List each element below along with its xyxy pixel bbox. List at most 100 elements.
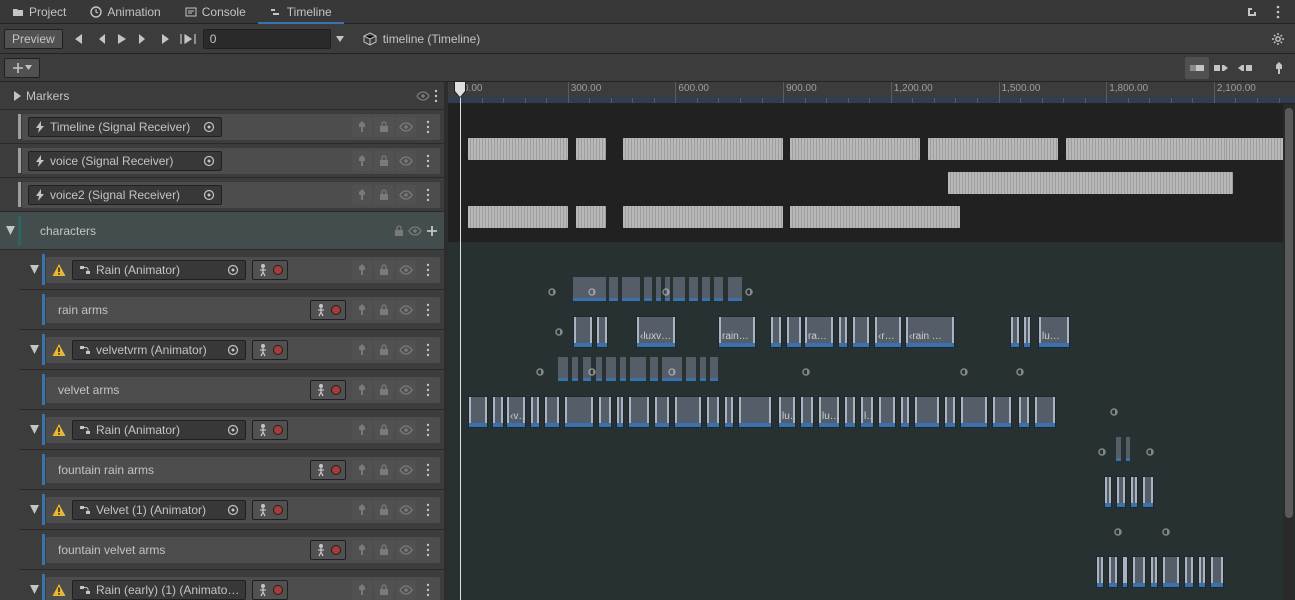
audio-clip[interactable]	[1066, 138, 1226, 160]
pin-icon[interactable]	[352, 500, 372, 520]
animation-clip[interactable]	[700, 357, 706, 381]
vertical-scrollbar[interactable]	[1283, 104, 1295, 600]
audio-clip[interactable]	[468, 138, 568, 160]
record-icon[interactable]	[331, 385, 341, 395]
animation-clip[interactable]	[1104, 476, 1112, 508]
play-button[interactable]	[111, 28, 133, 50]
avatar-record[interactable]	[310, 460, 346, 480]
animation-clip[interactable]	[992, 396, 1012, 428]
pin-icon[interactable]	[352, 340, 372, 360]
scrollbar-thumb[interactable]	[1285, 108, 1293, 518]
goto-start-button[interactable]	[67, 28, 89, 50]
track-binding[interactable]: voice2 (Signal Receiver)	[28, 185, 222, 205]
visibility-icon[interactable]	[396, 500, 416, 520]
play-range-button[interactable]	[177, 28, 199, 50]
preview-button[interactable]: Preview	[4, 29, 63, 49]
add-icon[interactable]	[426, 225, 438, 237]
markers-header[interactable]: Markers	[0, 82, 444, 110]
target-icon[interactable]	[203, 155, 215, 167]
track-menu-icon[interactable]	[418, 380, 438, 400]
target-icon[interactable]	[227, 264, 239, 276]
animation-clip[interactable]	[564, 396, 594, 428]
animation-clip[interactable]	[706, 396, 720, 428]
avatar-record[interactable]	[310, 300, 346, 320]
audio-clip[interactable]	[790, 138, 920, 160]
target-icon[interactable]	[203, 189, 215, 201]
override-track[interactable]: velvet arms	[20, 370, 444, 410]
record-icon[interactable]	[273, 425, 283, 435]
tab-menu-icon[interactable]	[1267, 1, 1289, 23]
visibility-icon[interactable]	[396, 340, 416, 360]
visibility-icon[interactable]	[416, 89, 430, 103]
record-icon[interactable]	[331, 305, 341, 315]
animation-clip[interactable]	[1096, 556, 1104, 588]
animation-clip[interactable]	[710, 357, 718, 381]
animation-clip[interactable]	[1023, 316, 1031, 348]
animation-clip[interactable]	[628, 396, 650, 428]
track-menu-icon[interactable]	[418, 260, 438, 280]
visibility-icon[interactable]	[396, 151, 416, 171]
track-menu-icon[interactable]	[418, 117, 438, 137]
lock-icon[interactable]	[374, 151, 394, 171]
tab-animation[interactable]: Animation	[78, 0, 172, 24]
animation-clip[interactable]: ra…	[804, 316, 834, 348]
visibility-icon[interactable]	[396, 460, 416, 480]
animation-clip[interactable]	[900, 396, 910, 428]
animation-clip[interactable]	[714, 277, 723, 301]
goto-end-button[interactable]	[155, 28, 177, 50]
visibility-icon[interactable]	[396, 300, 416, 320]
animation-clip[interactable]	[1162, 556, 1180, 588]
override-track[interactable]: fountain velvet arms	[20, 530, 444, 570]
record-icon[interactable]	[331, 465, 341, 475]
visibility-icon[interactable]	[396, 420, 416, 440]
animation-clip[interactable]	[1210, 556, 1224, 588]
avatar-record[interactable]	[252, 500, 288, 520]
animation-clip[interactable]	[558, 357, 568, 381]
snap-button[interactable]	[1267, 57, 1291, 79]
track-binding[interactable]: velvetvrm (Animator)	[72, 340, 246, 360]
fold-caret-icon[interactable]	[30, 490, 39, 529]
pin-icon[interactable]	[352, 420, 372, 440]
animation-clip[interactable]	[573, 316, 593, 348]
animation-clip[interactable]: ‹r…	[874, 316, 902, 348]
track-binding[interactable]: voice (Signal Receiver)	[28, 151, 222, 171]
animation-clip[interactable]	[622, 277, 640, 301]
animation-clip[interactable]	[1142, 476, 1154, 508]
signal-track[interactable]: voice (Signal Receiver)	[0, 144, 444, 178]
track-binding[interactable]: Rain (Animator)	[72, 260, 246, 280]
animation-clip[interactable]: lu…	[778, 396, 796, 428]
visibility-icon[interactable]	[408, 224, 422, 238]
fold-caret-icon[interactable]	[6, 212, 15, 249]
animation-clip[interactable]	[689, 277, 698, 301]
animation-clip[interactable]	[544, 396, 560, 428]
fold-caret-icon[interactable]	[30, 330, 39, 369]
visibility-icon[interactable]	[396, 540, 416, 560]
animation-clip[interactable]	[654, 396, 670, 428]
track-menu-icon[interactable]	[418, 185, 438, 205]
track-menu-icon[interactable]	[418, 151, 438, 171]
animation-clip[interactable]	[844, 396, 856, 428]
avatar-record[interactable]	[310, 540, 346, 560]
frame-field[interactable]: 0	[203, 29, 331, 49]
animation-clip[interactable]	[686, 357, 696, 381]
animation-clip[interactable]: lu…	[1038, 316, 1070, 348]
track-menu-icon[interactable]	[418, 460, 438, 480]
track-binding[interactable]: Rain (Animator)	[72, 420, 246, 440]
target-icon[interactable]	[203, 121, 215, 133]
edit-mode-replace[interactable]	[1233, 57, 1257, 79]
animator-track[interactable]: Velvet (1) (Animator)	[20, 490, 444, 530]
settings-icon[interactable]	[1267, 28, 1289, 50]
target-icon[interactable]	[244, 584, 246, 596]
track-menu-icon[interactable]	[418, 300, 438, 320]
target-icon[interactable]	[227, 344, 239, 356]
pin-icon[interactable]	[352, 460, 372, 480]
animation-clip[interactable]	[572, 357, 578, 381]
animation-clip[interactable]	[960, 396, 988, 428]
record-icon[interactable]	[331, 545, 341, 555]
animation-clip[interactable]	[650, 357, 658, 381]
animation-clip[interactable]	[616, 396, 624, 428]
lock-icon[interactable]	[374, 380, 394, 400]
avatar-record[interactable]	[252, 260, 288, 280]
animation-clip[interactable]: ‹v…	[506, 396, 526, 428]
audio-clip[interactable]	[576, 138, 606, 160]
